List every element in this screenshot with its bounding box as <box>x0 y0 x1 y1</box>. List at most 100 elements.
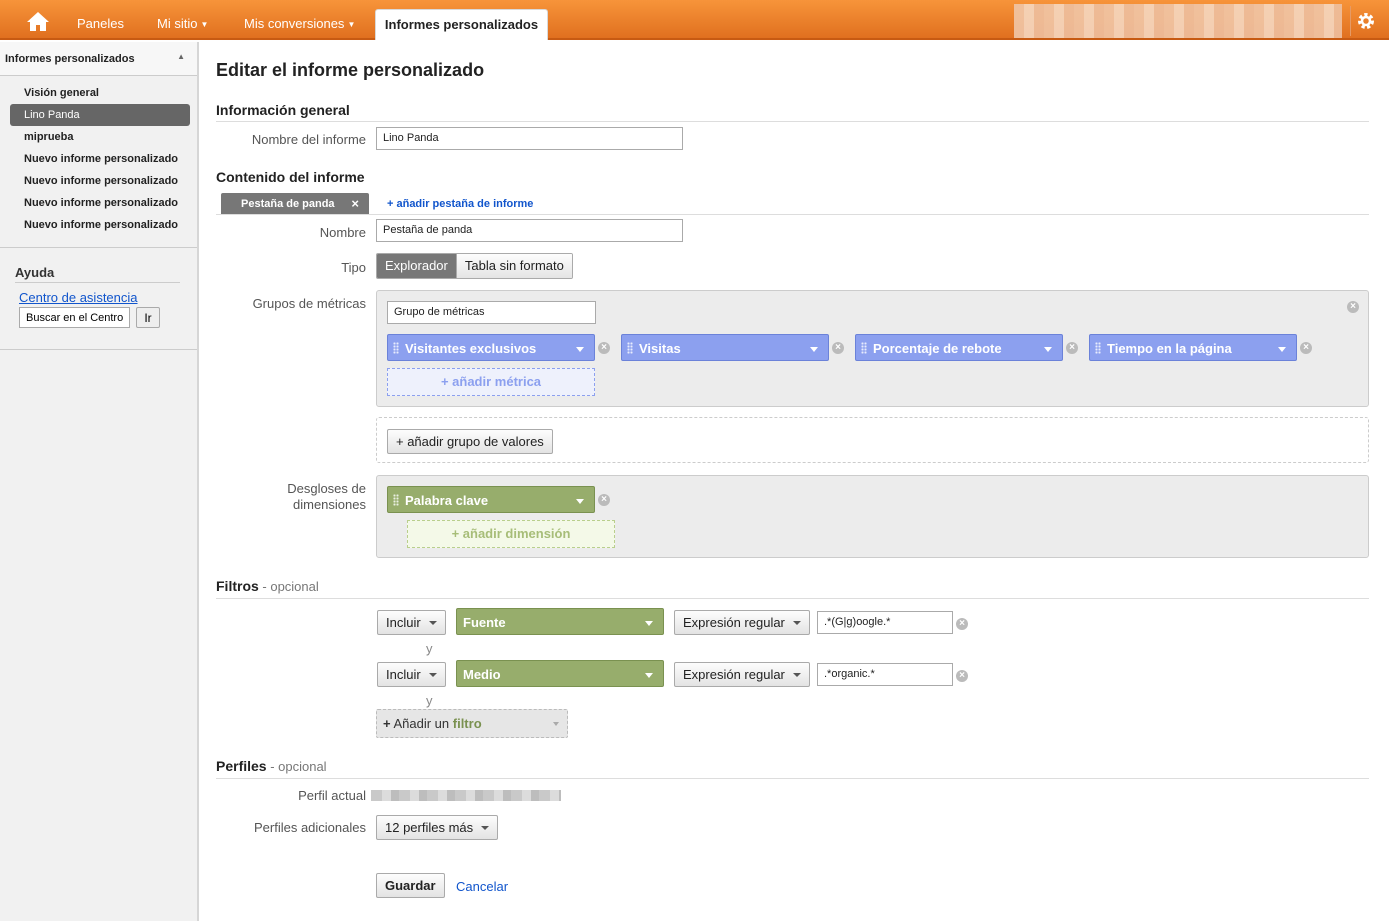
top-nav-bar: Paneles Mi sitio ▼ Mis conversiones ▼ Info… <box>0 0 1389 40</box>
sidebar-item-nuevo-informe[interactable]: Nuevo informe personalizado <box>10 192 190 214</box>
page-title: Editar el informe personalizado <box>216 60 485 80</box>
sidebar-item-nuevo-informe[interactable]: Nuevo informe personalizado <box>10 170 190 192</box>
account-selector[interactable] <box>1014 4 1342 38</box>
sidebar-item-lino-panda[interactable]: Lino Panda <box>10 104 190 126</box>
report-name-input[interactable]: Lino Panda <box>376 127 683 150</box>
add-filter-word: filtro <box>452 716 482 731</box>
metric-group-panel: Grupo de métricas × Visitantes exclusivo… <box>376 290 1369 407</box>
filter-dimension-dropdown[interactable]: Medio <box>456 660 664 687</box>
profiles-optional-label: - opcional <box>266 759 327 774</box>
additional-profiles-dropdown[interactable]: 12 perfiles más <box>376 815 499 840</box>
report-tab[interactable]: Pestaña de panda × <box>221 193 369 215</box>
filter-value-input[interactable]: .*(G|g)oogle.* <box>817 611 953 634</box>
remove-metric-group-icon[interactable]: × <box>1347 301 1359 313</box>
remove-metric-icon[interactable]: × <box>598 342 610 354</box>
metric-groups-label: Grupos de métricas <box>252 296 366 311</box>
nav-paneles[interactable]: Paneles <box>77 0 124 40</box>
filter-dimension-label: Medio <box>463 667 501 682</box>
filter-include-label: Incluir <box>386 667 421 682</box>
add-report-tab-link[interactable]: + añadir pestaña de informe <box>387 198 533 210</box>
nav-informes-personalizados[interactable]: Informes personalizados <box>375 9 548 40</box>
help-center-link[interactable]: Centro de asistencia <box>19 290 197 305</box>
dimension-chip-label: Palabra clave <box>405 493 489 508</box>
chevron-down-icon <box>792 621 801 625</box>
chevron-down-icon[interactable] <box>810 347 818 352</box>
filter-match-label: Expresión regular <box>683 615 785 630</box>
close-icon[interactable]: × <box>351 193 359 215</box>
chevron-down-icon <box>645 621 653 626</box>
save-button[interactable]: Guardar <box>376 873 445 898</box>
chevron-up-icon[interactable]: ▲ <box>177 52 185 61</box>
filter-include-dropdown[interactable]: Incluir <box>377 610 446 635</box>
type-flat-table-button[interactable]: Tabla sin formato <box>455 254 572 278</box>
type-explorer-button[interactable]: Explorador <box>377 254 456 278</box>
filter-match-dropdown[interactable]: Expresión regular <box>674 610 810 635</box>
add-filter-button[interactable]: + Añadir un filtro <box>376 709 568 738</box>
chevron-down-icon[interactable] <box>1278 347 1286 352</box>
remove-dimension-icon[interactable]: × <box>598 494 610 506</box>
nav-mi-sitio-label: Mi sitio <box>157 16 198 31</box>
drag-handle-icon[interactable] <box>393 342 399 354</box>
plus-icon: + <box>383 716 391 731</box>
report-tab-label: Pestaña de panda <box>241 198 335 210</box>
metric-chip[interactable]: Visitantes exclusivos <box>387 334 595 361</box>
remove-metric-icon[interactable]: × <box>832 342 844 354</box>
content-section-title: Contenido del informe <box>216 169 365 185</box>
remove-filter-icon[interactable]: × <box>956 618 968 630</box>
home-icon[interactable] <box>18 8 58 34</box>
metric-chip-label: Tiempo en la página <box>1107 341 1232 356</box>
divider <box>216 598 1369 599</box>
cancel-link[interactable]: Cancelar <box>456 879 508 894</box>
remove-metric-icon[interactable]: × <box>1066 342 1078 354</box>
metric-chip[interactable]: Tiempo en la página <box>1089 334 1297 361</box>
metric-chip[interactable]: Visitas <box>621 334 829 361</box>
chevron-down-icon[interactable] <box>576 499 584 504</box>
drag-handle-icon[interactable] <box>393 494 399 506</box>
nav-paneles-label: Paneles <box>77 16 124 31</box>
nav-mis-conversiones[interactable]: Mis conversiones ▼ <box>244 0 355 40</box>
drag-handle-icon[interactable] <box>627 342 633 354</box>
filter-match-dropdown[interactable]: Expresión regular <box>674 662 810 687</box>
chevron-down-icon[interactable] <box>1044 347 1052 352</box>
chevron-down-icon[interactable] <box>576 347 584 352</box>
tab-name-input[interactable]: Pestaña de panda <box>376 219 683 242</box>
sidebar-header[interactable]: Informes personalizados ▲ <box>0 42 197 76</box>
sidebar-item-nuevo-informe[interactable]: Nuevo informe personalizado <box>10 214 190 236</box>
tab-name-label: Nombre <box>319 225 366 240</box>
filters-section-title: Filtros - opcional <box>216 578 319 594</box>
remove-filter-icon[interactable]: × <box>956 670 968 682</box>
metric-chip-label: Visitantes exclusivos <box>405 341 537 356</box>
add-value-group-button[interactable]: + añadir grupo de valores <box>387 429 553 454</box>
metric-group-name-input[interactable]: Grupo de métricas <box>387 301 596 324</box>
type-label: Tipo <box>341 260 366 275</box>
sidebar-header-label: Informes personalizados <box>5 53 135 65</box>
dimension-chip[interactable]: Palabra clave <box>387 486 595 513</box>
filter-include-dropdown[interactable]: Incluir <box>377 662 446 687</box>
add-dimension-button[interactable]: + añadir dimensión <box>407 520 615 548</box>
add-metric-button[interactable]: + añadir métrica <box>387 368 595 396</box>
help-search-input[interactable] <box>19 307 130 328</box>
filters-title-label: Filtros <box>216 578 259 594</box>
filter-value-input[interactable]: .*organic.* <box>817 663 953 686</box>
remove-metric-icon[interactable]: × <box>1300 342 1312 354</box>
profiles-title-label: Perfiles <box>216 758 267 774</box>
nav-mi-sitio[interactable]: Mi sitio ▼ <box>157 0 208 40</box>
nav-mis-conversiones-label: Mis conversiones <box>244 16 345 31</box>
divider <box>216 214 1369 215</box>
dimension-panel: Palabra clave × + añadir dimensión <box>376 475 1369 558</box>
add-filter-text: Añadir un <box>390 716 453 731</box>
drag-handle-icon[interactable] <box>1095 342 1101 354</box>
sidebar-item-miprueba[interactable]: miprueba <box>10 126 190 148</box>
sidebar: Informes personalizados ▲ Visión general… <box>0 42 199 921</box>
filter-dimension-dropdown[interactable]: Fuente <box>456 608 664 635</box>
chevron-down-icon <box>428 673 437 677</box>
sidebar-item-vision-general[interactable]: Visión general <box>10 82 190 104</box>
additional-profiles-value: 12 perfiles más <box>385 820 474 835</box>
drag-handle-icon[interactable] <box>861 342 867 354</box>
sidebar-item-nuevo-informe[interactable]: Nuevo informe personalizado <box>10 148 190 170</box>
report-name-label: Nombre del informe <box>251 132 366 147</box>
gear-icon[interactable] <box>1350 6 1380 36</box>
help-box: Ayuda Centro de asistencia Ir <box>0 248 197 328</box>
help-search-button[interactable]: Ir <box>136 307 160 328</box>
metric-chip[interactable]: Porcentaje de rebote <box>855 334 1063 361</box>
